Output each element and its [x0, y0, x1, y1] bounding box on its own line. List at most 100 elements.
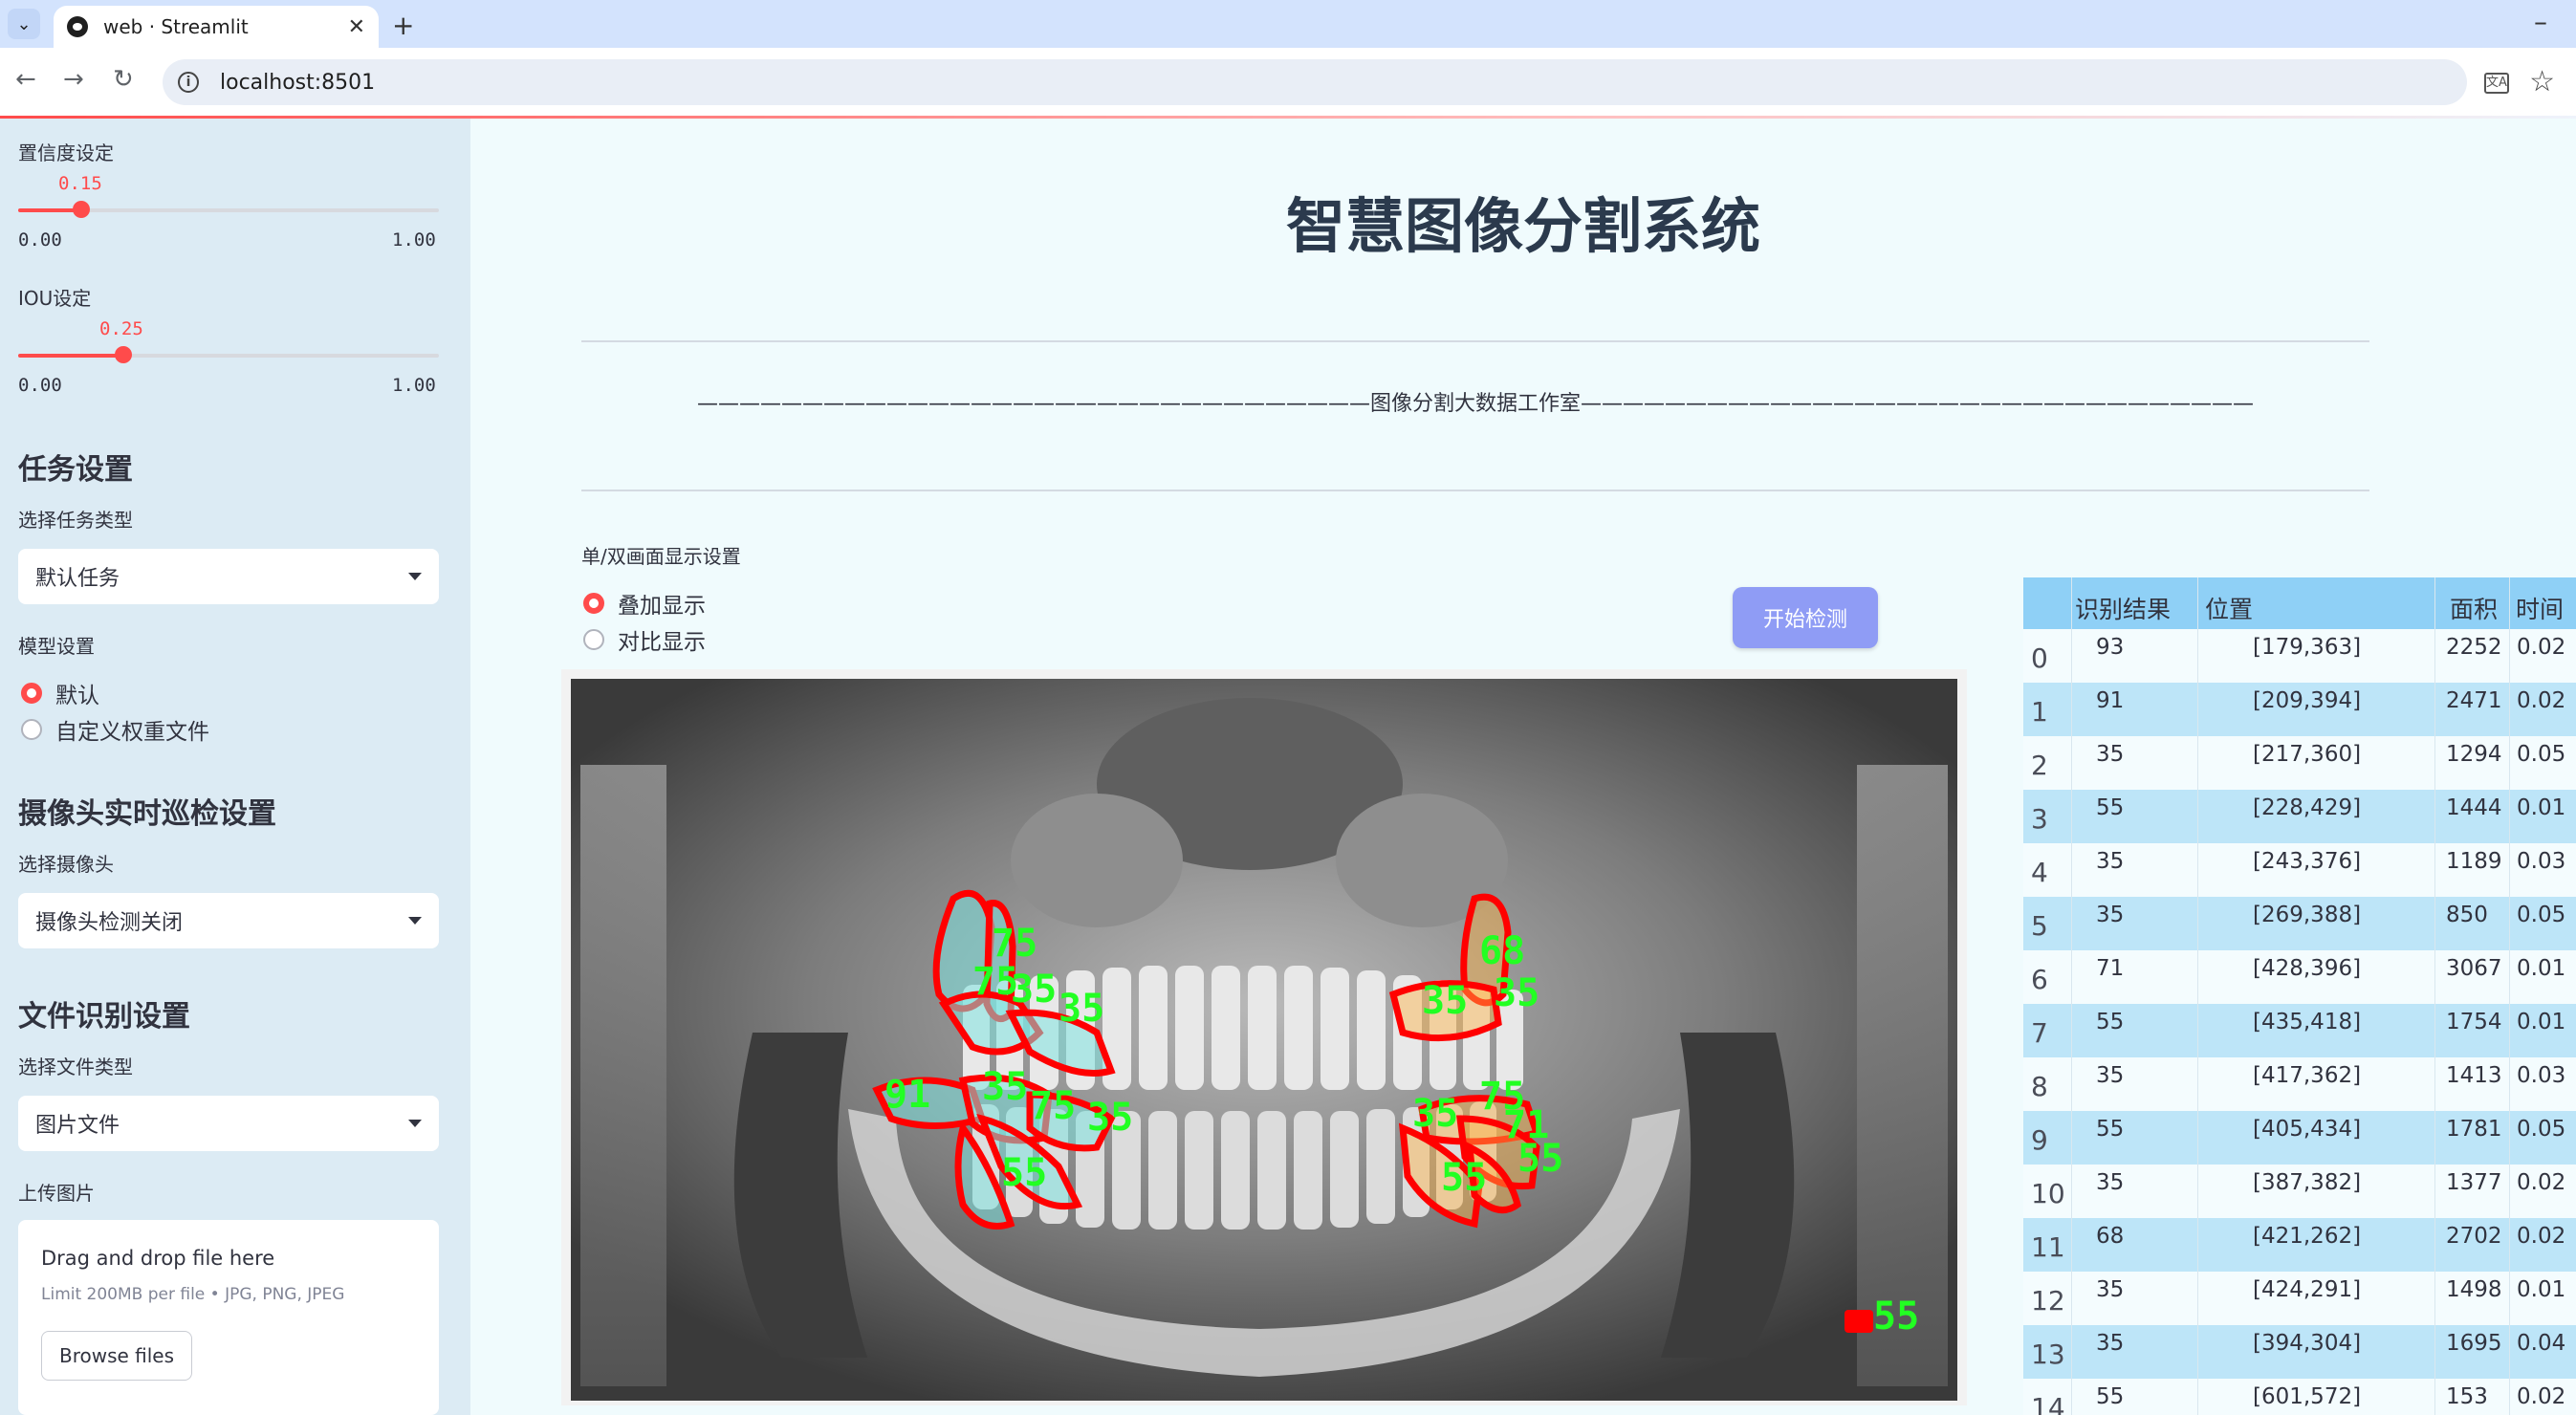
cell-result: 91 — [2096, 688, 2125, 713]
column-divider — [2071, 577, 2072, 1415]
cell-result: 68 — [2096, 1224, 2125, 1249]
col-header-result[interactable]: 识别结果 — [2075, 591, 2171, 625]
segment-label: 55 — [1001, 1151, 1047, 1195]
model-option-custom: 自定义权重文件 — [55, 720, 209, 745]
iou-value: 0.25 — [99, 318, 143, 339]
window-minimize-icon[interactable]: – — [2534, 6, 2547, 37]
iou-min: 0.00 — [18, 375, 62, 396]
table-row[interactable]: 14 55 [601,572] 153 0.02 — [2023, 1379, 2576, 1415]
table-row[interactable]: 1 91 [209,394] 2471 0.02 — [2023, 683, 2576, 736]
radio-selected-icon[interactable] — [21, 683, 42, 704]
cell-position: [387,382] — [2253, 1170, 2362, 1195]
row-index: 13 — [2031, 1339, 2065, 1370]
row-index: 7 — [2031, 1017, 2048, 1049]
model-radio-default[interactable]: 默认 — [21, 677, 99, 709]
table-row[interactable]: 5 35 [269,388] 850 0.05 — [2023, 897, 2576, 950]
display-radio-overlay[interactable]: 叠加显示 — [583, 587, 706, 620]
table-row[interactable]: 2 35 [217,360] 1294 0.05 — [2023, 736, 2576, 790]
table-row[interactable]: 7 55 [435,418] 1754 0.01 — [2023, 1004, 2576, 1057]
table-row[interactable]: 10 35 [387,382] 1377 0.02 — [2023, 1165, 2576, 1218]
iou-label: IOU设定 — [18, 287, 92, 310]
col-header-area[interactable]: 面积 — [2450, 591, 2498, 625]
cell-area: 2252 — [2446, 635, 2502, 660]
cell-area: 2702 — [2446, 1224, 2502, 1249]
model-radio-custom[interactable]: 自定义权重文件 — [21, 713, 209, 746]
table-row[interactable]: 6 71 [428,396] 3067 0.01 — [2023, 950, 2576, 1004]
file-settings-heading: 文件识别设置 — [18, 1000, 190, 1034]
uploader-limit: Limit 200MB per file • JPG, PNG, JPEG — [41, 1285, 345, 1304]
cell-position: [417,362] — [2253, 1063, 2362, 1088]
segment-label: 35 — [982, 1065, 1028, 1109]
browser-tab-strip: ⌄ web · Streamlit ✕ + – — [0, 0, 2576, 48]
table-row[interactable]: 0 93 [179,363] 2252 0.02 — [2023, 629, 2576, 683]
task-type-select[interactable]: 默认任务 — [18, 549, 439, 604]
cell-area: 1413 — [2446, 1063, 2502, 1088]
cell-result: 93 — [2096, 635, 2125, 660]
tab-title: web · Streamlit — [103, 15, 249, 38]
file-uploader-dropzone[interactable]: Drag and drop file here Limit 200MB per … — [18, 1220, 439, 1415]
cell-area: 1377 — [2446, 1170, 2502, 1195]
col-header-position[interactable]: 位置 — [2205, 591, 2253, 625]
tab-search-chevron-icon[interactable]: ⌄ — [8, 9, 40, 39]
file-type-select[interactable]: 图片文件 — [18, 1096, 439, 1151]
table-row[interactable]: 12 35 [424,291] 1498 0.01 — [2023, 1272, 2576, 1325]
cell-time: 0.03 — [2517, 849, 2566, 874]
left-spine — [580, 765, 666, 1386]
start-detection-button[interactable]: 开始检测 — [1733, 587, 1878, 648]
row-index: 12 — [2031, 1285, 2065, 1317]
table-row[interactable]: 3 55 [228,429] 1444 0.01 — [2023, 790, 2576, 843]
row-index: 11 — [2031, 1231, 2065, 1263]
row-index: 4 — [2031, 857, 2048, 888]
forward-arrow-icon[interactable]: → — [63, 65, 84, 94]
row-index: 1 — [2031, 696, 2048, 728]
cell-time: 0.02 — [2517, 635, 2566, 660]
radio-unselected-icon[interactable] — [21, 719, 42, 740]
cell-result: 71 — [2096, 956, 2125, 981]
confidence-slider[interactable] — [18, 201, 439, 218]
table-row[interactable]: 11 68 [421,262] 2702 0.02 — [2023, 1218, 2576, 1272]
new-tab-plus-icon[interactable]: + — [392, 10, 414, 41]
browser-tab[interactable]: web · Streamlit ✕ — [54, 6, 379, 48]
table-row[interactable]: 4 35 [243,376] 1189 0.03 — [2023, 843, 2576, 897]
address-bar[interactable]: i localhost:8501 — [163, 59, 2467, 105]
browser-toolbar: ← → ↻ i localhost:8501 文A ☆ — [0, 48, 2576, 117]
cell-area: 3067 — [2446, 956, 2502, 981]
radio-unselected-icon[interactable] — [583, 629, 604, 650]
display-radio-compare[interactable]: 对比显示 — [583, 623, 706, 656]
left-sinus — [1011, 794, 1183, 927]
camera-select[interactable]: 摄像头检测关闭 — [18, 893, 439, 948]
reload-icon[interactable]: ↻ — [113, 65, 134, 94]
cell-area: 1754 — [2446, 1010, 2502, 1034]
studio-banner: ————————————————————————————————图像分割大数据工… — [696, 392, 2254, 416]
segmentation-result-image: 75 75 35 35 91 35 75 35 55 68 35 35 75 3… — [561, 669, 1967, 1405]
translate-icon[interactable]: 文A — [2484, 73, 2509, 94]
segment-label: 55 — [1441, 1156, 1487, 1200]
upload-label: 上传图片 — [18, 1182, 95, 1205]
iou-slider[interactable] — [18, 346, 439, 363]
table-row[interactable]: 13 35 [394,304] 1695 0.04 — [2023, 1325, 2576, 1379]
cell-area: 1498 — [2446, 1277, 2502, 1302]
row-index: 6 — [2031, 964, 2048, 995]
table-row[interactable]: 9 55 [405,434] 1781 0.05 — [2023, 1111, 2576, 1165]
col-header-time[interactable]: 时间 — [2516, 591, 2564, 625]
url-text[interactable]: localhost:8501 — [220, 71, 375, 95]
display-mode-label: 单/双画面显示设置 — [581, 545, 741, 568]
tab-close-icon[interactable]: ✕ — [348, 15, 365, 39]
cell-result: 55 — [2096, 795, 2125, 820]
results-table[interactable]: 识别结果 位置 面积 时间 0 93 [179,363] 2252 0.02 1 91 [20… — [2023, 577, 2576, 1415]
back-arrow-icon[interactable]: ← — [15, 65, 36, 94]
cell-time: 0.01 — [2517, 1277, 2566, 1302]
table-header: 识别结果 位置 面积 时间 — [2023, 577, 2576, 629]
cell-position: [424,291] — [2253, 1277, 2362, 1302]
table-row[interactable]: 8 35 [417,362] 1413 0.03 — [2023, 1057, 2576, 1111]
radio-selected-icon[interactable] — [583, 593, 604, 614]
site-info-icon[interactable]: i — [178, 72, 199, 93]
browse-files-button[interactable]: Browse files — [41, 1331, 192, 1381]
cell-time: 0.05 — [2517, 742, 2566, 767]
chevron-down-icon — [408, 573, 422, 580]
task-type-label: 选择任务类型 — [18, 509, 133, 532]
uploader-title: Drag and drop file here — [41, 1247, 275, 1270]
iou-slider-thumb[interactable] — [115, 346, 132, 363]
confidence-slider-thumb[interactable] — [73, 201, 90, 218]
bookmark-star-icon[interactable]: ☆ — [2529, 65, 2555, 98]
